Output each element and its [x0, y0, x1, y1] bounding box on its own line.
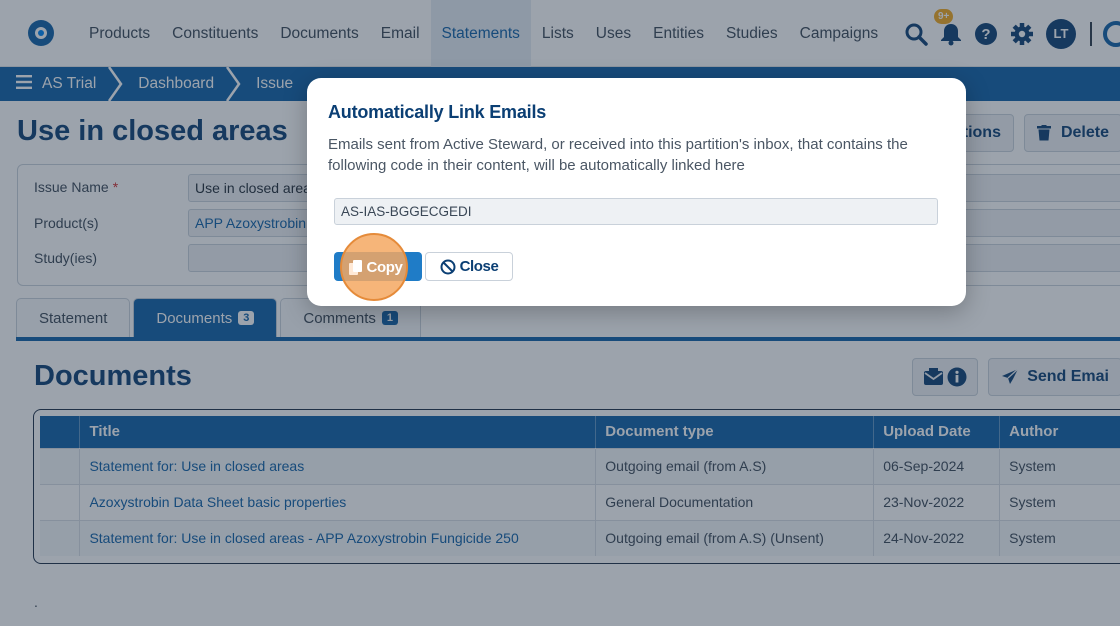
dialog-title: Automatically Link Emails: [328, 102, 547, 122]
link-code-field[interactable]: AS-IAS-BGGECGEDI: [334, 198, 938, 225]
button-label: Copy: [366, 258, 403, 276]
button-label: Close: [459, 258, 499, 275]
copy-button-label[interactable]: Copy: [342, 256, 408, 278]
close-button[interactable]: Close: [425, 252, 513, 281]
copy-icon: [348, 259, 364, 276]
ban-icon: [440, 259, 456, 275]
dialog-description: Emails sent from Active Steward, or rece…: [328, 136, 908, 174]
